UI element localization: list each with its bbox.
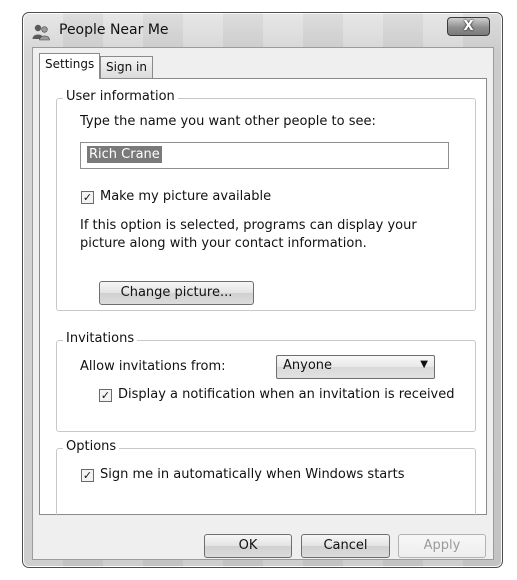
allow-invitations-dropdown[interactable]: Anyone ▼ bbox=[276, 355, 435, 379]
user-information-legend: User information bbox=[63, 89, 178, 104]
check-icon: ✓ bbox=[82, 191, 93, 204]
apply-button[interactable]: Apply bbox=[398, 534, 486, 558]
allow-invitations-label: Allow invitations from: bbox=[80, 359, 226, 374]
picture-info-line-1: If this option is selected, programs can… bbox=[80, 218, 417, 233]
options-group: Options ✓ Sign me in automatically when … bbox=[56, 439, 476, 516]
auto-sign-in-checkbox[interactable]: ✓ bbox=[81, 469, 94, 482]
make-picture-available-label[interactable]: Make my picture available bbox=[100, 189, 271, 204]
invitations-legend: Invitations bbox=[63, 331, 138, 346]
cancel-label: Cancel bbox=[323, 538, 368, 553]
change-picture-label: Change picture... bbox=[120, 285, 233, 300]
user-information-group: User information Type the name you want … bbox=[56, 89, 476, 311]
settings-tab-panel: User information Type the name you want … bbox=[39, 78, 487, 516]
allow-invitations-value: Anyone bbox=[283, 358, 333, 373]
check-icon: ✓ bbox=[100, 389, 111, 402]
options-legend: Options bbox=[63, 439, 120, 454]
close-button[interactable]: X bbox=[447, 17, 490, 36]
ok-button[interactable]: OK bbox=[204, 534, 292, 558]
auto-sign-in-label[interactable]: Sign me in automatically when Windows st… bbox=[100, 467, 404, 482]
title-bar[interactable]: People Near Me X bbox=[23, 13, 502, 49]
notification-label[interactable]: Display a notification when an invitatio… bbox=[118, 387, 455, 402]
display-name-value: Rich Crane bbox=[87, 146, 162, 163]
tab-sign-in[interactable]: Sign in bbox=[100, 56, 153, 78]
check-icon: ✓ bbox=[82, 469, 93, 482]
tab-settings-label: Settings bbox=[45, 57, 95, 71]
name-prompt-label: Type the name you want other people to s… bbox=[80, 114, 376, 129]
tab-settings[interactable]: Settings bbox=[39, 53, 101, 79]
ok-label: OK bbox=[238, 538, 258, 553]
tab-sign-in-label: Sign in bbox=[106, 60, 147, 74]
notification-checkbox[interactable]: ✓ bbox=[99, 389, 112, 402]
make-picture-available-checkbox[interactable]: ✓ bbox=[81, 191, 94, 204]
picture-info-line-2: picture along with your contact informat… bbox=[80, 236, 367, 251]
invitations-group: Invitations Allow invitations from: Anyo… bbox=[56, 331, 476, 432]
display-name-input[interactable]: Rich Crane bbox=[80, 142, 449, 169]
dialog-client-area: Settings Sign in User information Type t… bbox=[32, 47, 494, 560]
close-icon: X bbox=[463, 19, 474, 34]
apply-label: Apply bbox=[423, 538, 461, 553]
cancel-button[interactable]: Cancel bbox=[301, 534, 390, 558]
window-title: People Near Me bbox=[59, 22, 169, 38]
chevron-down-icon: ▼ bbox=[420, 359, 428, 370]
change-picture-button[interactable]: Change picture... bbox=[99, 281, 254, 305]
people-near-me-dialog: People Near Me X Settings Sign in User i… bbox=[22, 12, 503, 568]
people-icon bbox=[32, 24, 50, 41]
